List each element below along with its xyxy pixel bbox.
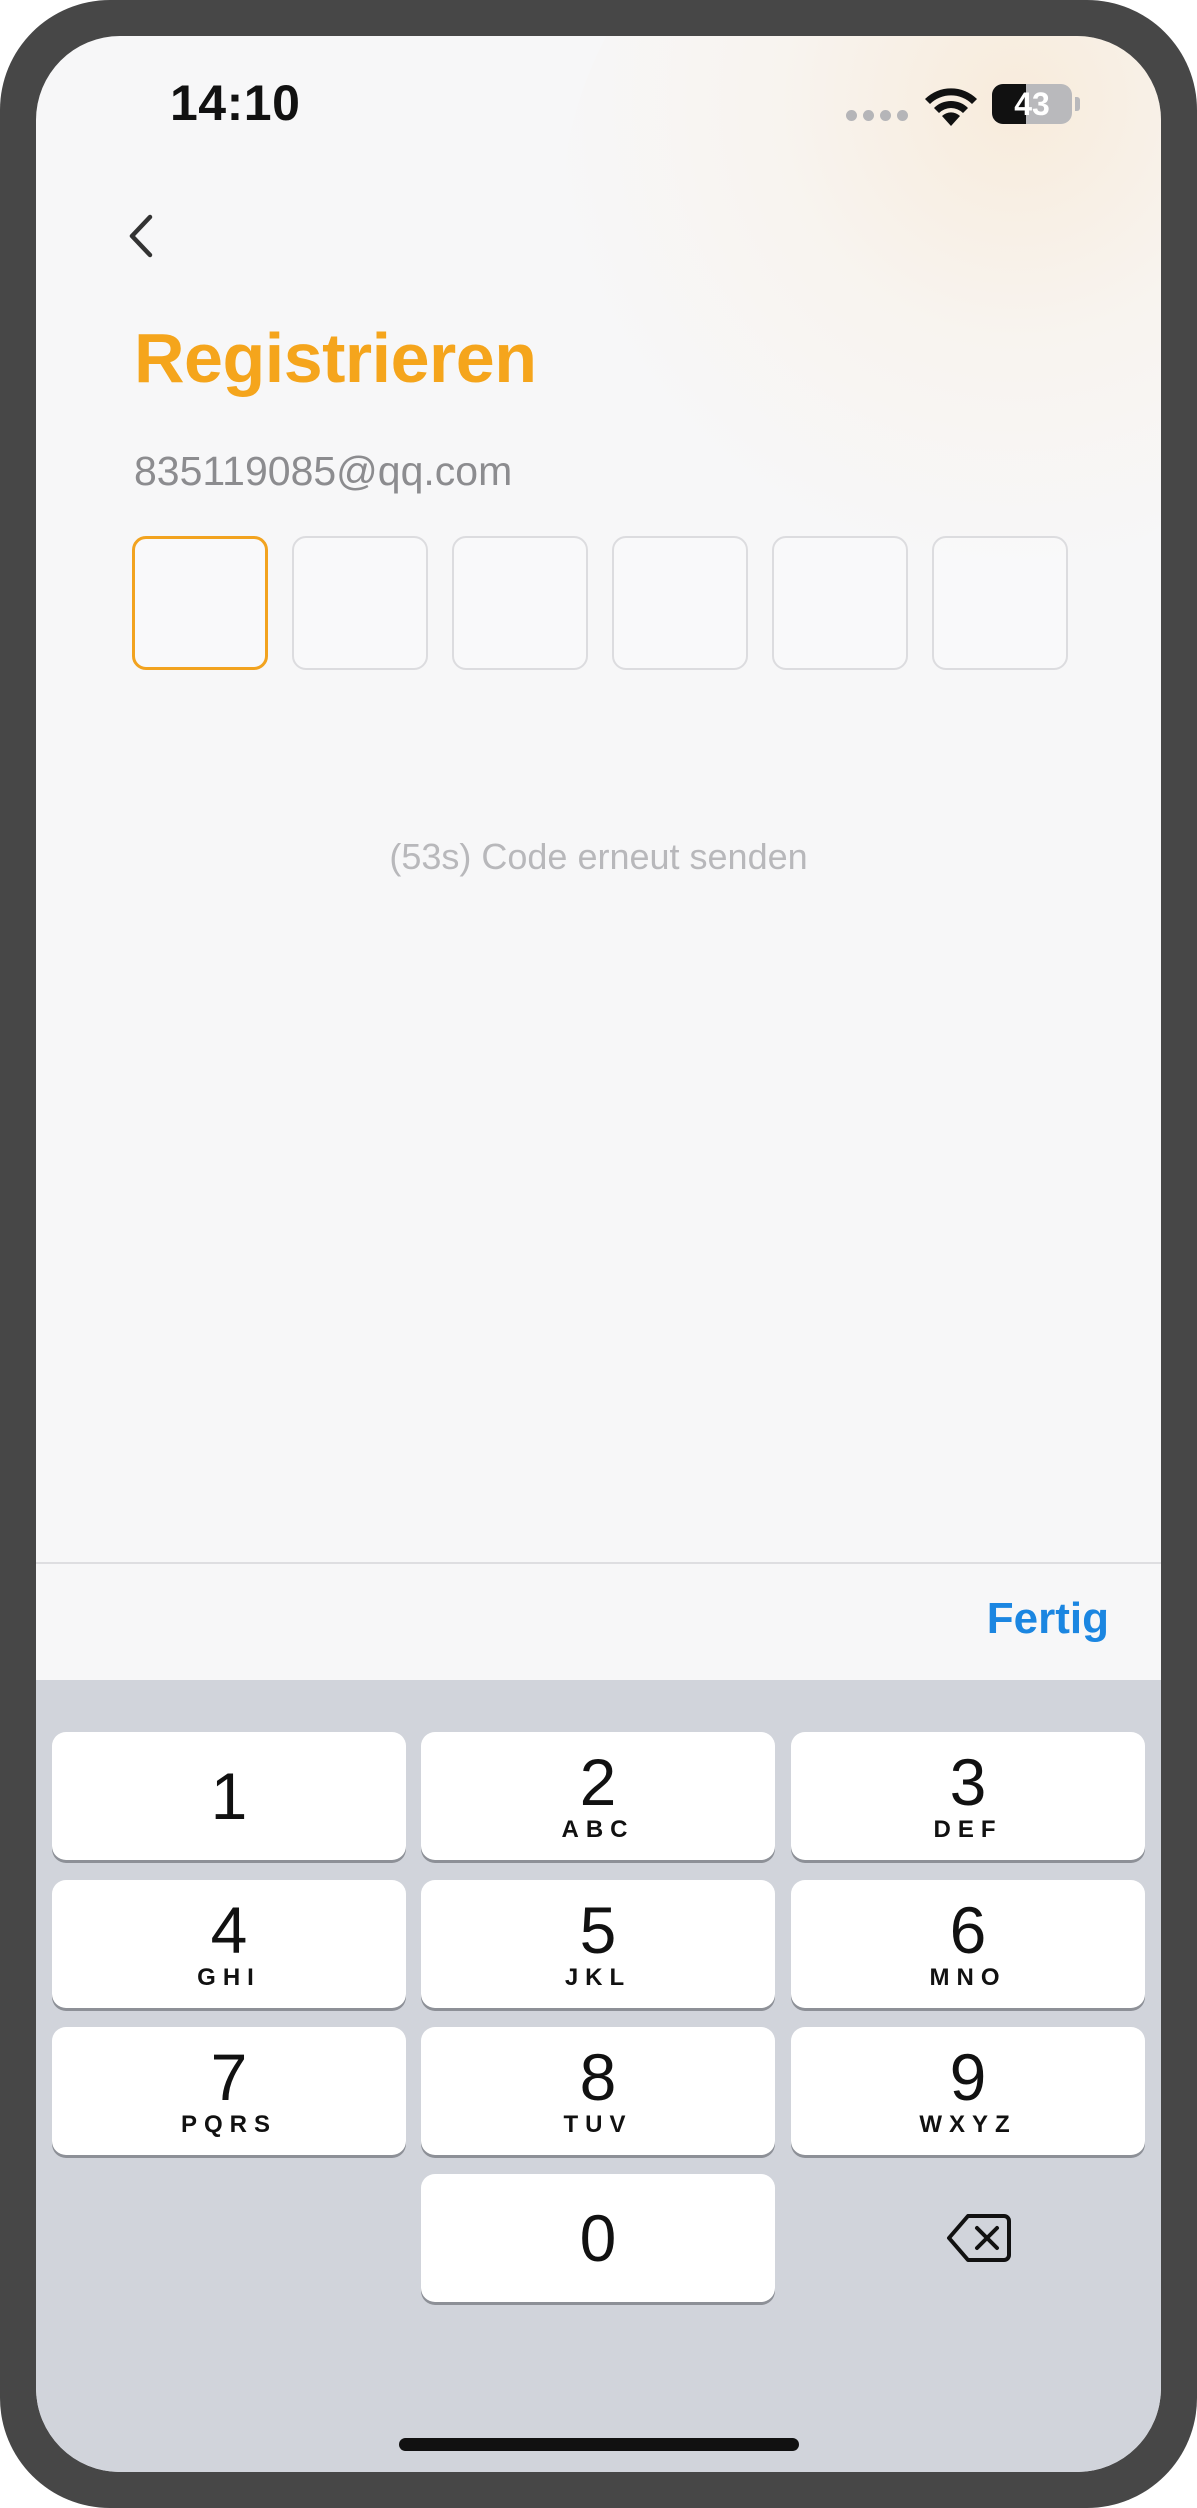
key-digit: 6 xyxy=(949,1893,987,1967)
code-digit-box-6[interactable] xyxy=(932,536,1068,670)
key-letters: DEF xyxy=(933,1816,1003,1843)
code-digit-box-1[interactable] xyxy=(132,536,268,670)
key-2[interactable]: 2 ABC xyxy=(421,1732,775,1860)
key-letters: WXYZ xyxy=(919,2111,1017,2138)
chevron-left-icon xyxy=(129,214,153,258)
resend-code-countdown: (53s) Code erneut senden xyxy=(389,836,808,877)
screen: 14:10 43 Registrieren 835119085@qq.com (… xyxy=(36,36,1161,2472)
battery-icon: 43 xyxy=(992,84,1080,124)
key-digit: 0 xyxy=(579,2201,617,2275)
backspace-icon xyxy=(947,2214,1011,2262)
wifi-icon xyxy=(925,88,977,126)
verification-code-input[interactable] xyxy=(132,536,1068,670)
status-time: 14:10 xyxy=(170,75,301,131)
key-1[interactable]: 1 xyxy=(52,1732,406,1860)
key-letters: ABC xyxy=(561,1816,635,1843)
key-digit: 8 xyxy=(579,2040,617,2114)
key-digit: 7 xyxy=(210,2040,248,2114)
code-digit-box-3[interactable] xyxy=(452,536,588,670)
key-digit: 2 xyxy=(579,1745,617,1819)
key-digit: 5 xyxy=(579,1893,617,1967)
done-button[interactable]: Fertig xyxy=(987,1594,1109,1644)
code-digit-box-5[interactable] xyxy=(772,536,908,670)
delete-key[interactable] xyxy=(802,2174,1156,2302)
key-8[interactable]: 8 TUV xyxy=(421,2027,775,2155)
key-letters: GHI xyxy=(197,1964,261,1991)
key-digit: 1 xyxy=(210,1759,248,1833)
cellular-signal-icon xyxy=(846,110,910,124)
key-5[interactable]: 5 JKL xyxy=(421,1880,775,2008)
key-7[interactable]: 7 PQRS xyxy=(52,2027,406,2155)
key-digit: 4 xyxy=(210,1893,248,1967)
back-button[interactable] xyxy=(100,196,180,276)
key-letters: JKL xyxy=(564,1964,632,1991)
email-address: 835119085@qq.com xyxy=(134,448,513,494)
code-digit-box-2[interactable] xyxy=(292,536,428,670)
keyboard-toolbar: Fertig xyxy=(36,1562,1161,1680)
battery-level: 43 xyxy=(1014,86,1050,122)
key-digit: 3 xyxy=(949,1745,987,1819)
numeric-keypad: 1 2 ABC 3 DEF 4 GHI 5 JKL 6 MNO 7 PQRS 8… xyxy=(36,1680,1161,2472)
phone-frame: 14:10 43 Registrieren 835119085@qq.com (… xyxy=(0,0,1197,2508)
key-letters: MNO xyxy=(929,1964,1007,1991)
code-digit-box-4[interactable] xyxy=(612,536,748,670)
key-9[interactable]: 9 WXYZ xyxy=(791,2027,1145,2155)
key-4[interactable]: 4 GHI xyxy=(52,1880,406,2008)
key-letters: TUV xyxy=(563,2111,633,2138)
key-0[interactable]: 0 xyxy=(421,2174,775,2302)
key-6[interactable]: 6 MNO xyxy=(791,1880,1145,2008)
page-title: Registrieren xyxy=(134,319,537,397)
key-3[interactable]: 3 DEF xyxy=(791,1732,1145,1860)
key-digit: 9 xyxy=(949,2040,987,2114)
home-indicator xyxy=(399,2438,799,2451)
key-letters: PQRS xyxy=(180,2111,277,2138)
